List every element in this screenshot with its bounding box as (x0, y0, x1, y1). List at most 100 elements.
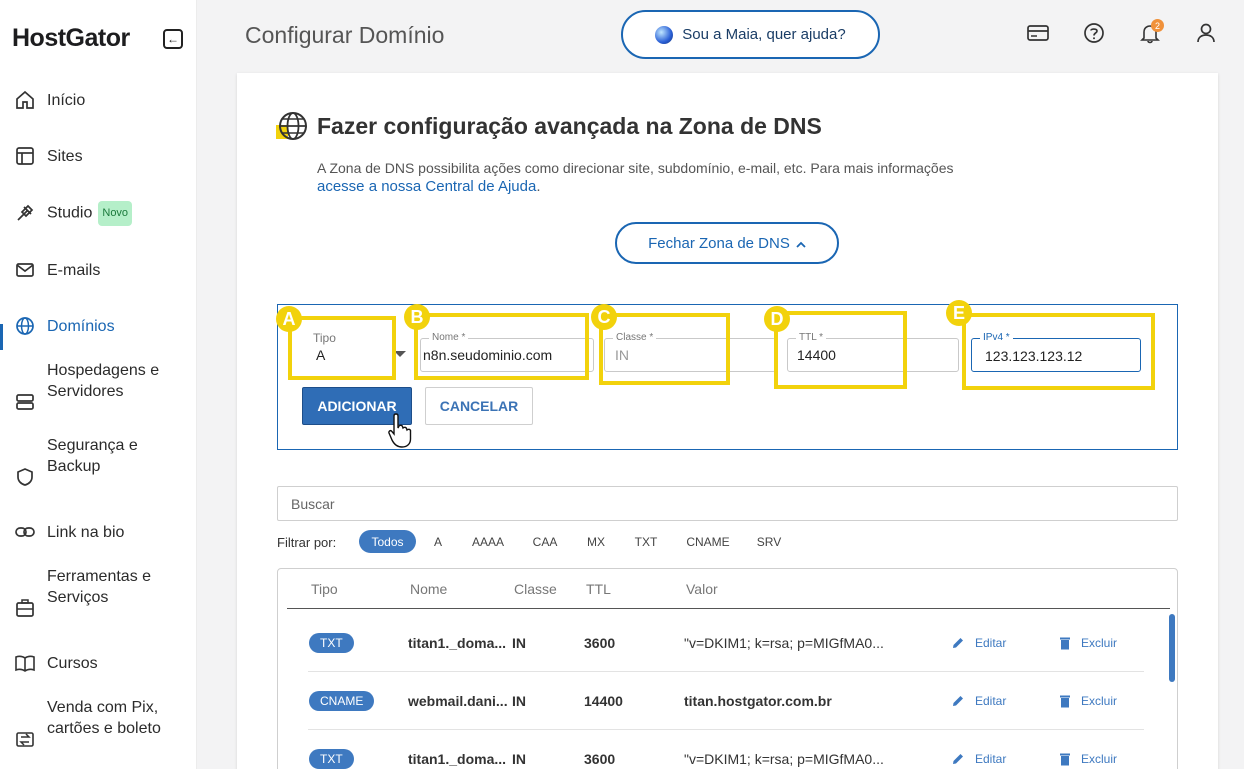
notifications-bell-icon[interactable]: 2 (1139, 19, 1164, 44)
server-icon (14, 391, 36, 413)
maia-orb-icon (655, 25, 674, 44)
sidebar-item-label: E-mails (47, 261, 101, 279)
sidebar-item-label: Cursos (47, 654, 98, 672)
filter-label: Filtrar por: (277, 535, 337, 550)
annotation-box-c (599, 313, 730, 385)
filter-chip-txt[interactable]: TXT (629, 530, 663, 553)
delete-record-button[interactable]: Excluir (1059, 636, 1117, 650)
pencil-icon (953, 754, 963, 764)
record-value: titan.hostgator.com.br (684, 693, 832, 709)
close-dns-zone-label: Fechar Zona de DNS (648, 234, 790, 252)
sidebar-item-label: Segurança e Backup (47, 437, 138, 475)
shield-icon (14, 466, 36, 488)
trash-icon (1060, 753, 1070, 766)
book-icon (14, 652, 36, 674)
filter-chip-caa[interactable]: CAA (528, 530, 562, 553)
col-header-ttl[interactable]: TTL (586, 581, 611, 597)
dns-section-description: A Zona de DNS possibilita ações como dir… (317, 160, 954, 176)
record-value: "v=DKIM1; k=rsa; p=MIGfMA0... (684, 635, 884, 651)
help-icon[interactable] (1083, 22, 1105, 44)
edit-label: Editar (975, 636, 1007, 650)
record-type-badge: TXT (309, 633, 354, 653)
delete-label: Excluir (1081, 752, 1118, 766)
billing-card-icon[interactable] (1027, 22, 1049, 44)
sidebar-item-label: Hospedagens e Servidores (47, 362, 160, 400)
pencil-icon (953, 638, 963, 648)
sidebar-item-label: Venda com Pix, cartões e boleto (47, 699, 161, 737)
delete-record-button[interactable]: Excluir (1059, 694, 1117, 708)
annotation-marker-a: A (276, 306, 302, 332)
annotation-marker-d: D (764, 306, 790, 332)
cancel-record-button[interactable]: CANCELAR (425, 387, 533, 425)
col-header-valor[interactable]: Valor (686, 581, 718, 597)
payment-icon (14, 728, 36, 750)
col-header-classe[interactable]: Classe (514, 581, 557, 597)
record-ttl: 3600 (584, 751, 616, 767)
record-class: IN (512, 635, 526, 651)
delete-record-button[interactable]: Excluir (1059, 752, 1117, 766)
dns-section-title: Fazer configuração avançada na Zona de D… (317, 113, 822, 139)
record-type-badge: TXT (309, 749, 354, 769)
filter-chip-cname[interactable]: CNAME (681, 530, 735, 553)
table-row: TXT titan1._doma... IN 3600 "v=DKIM1; k=… (278, 730, 1177, 769)
col-header-tipo[interactable]: Tipo (311, 581, 338, 597)
record-name: titan1._doma... (408, 635, 507, 651)
chevron-up-icon (796, 235, 806, 252)
record-name: webmail.dani... (408, 693, 508, 709)
annotation-marker-b: B (404, 304, 430, 330)
maia-help-label: Sou a Maia, quer ajuda? (682, 26, 846, 43)
annotation-marker-e: E (946, 300, 972, 326)
sidebar-item-label: Ferramentas e Serviços (47, 568, 152, 606)
search-placeholder: Buscar (291, 496, 335, 512)
home-icon (14, 89, 36, 111)
delete-label: Excluir (1081, 636, 1118, 650)
sidebar: HostGator ← Início Sites Studio Novo E-ma… (0, 0, 197, 769)
help-center-link[interactable]: acesse a nossa Central de Ajuda (317, 178, 536, 195)
user-account-icon[interactable] (1195, 22, 1217, 44)
annotation-marker-c: C (591, 304, 617, 330)
studio-icon (14, 202, 36, 224)
trash-icon (1060, 637, 1070, 650)
sidebar-item-label: Link na bio (47, 523, 125, 541)
table-row: TXT titan1._doma... IN 3600 "v=DKIM1; k=… (278, 614, 1177, 672)
edit-label: Editar (975, 694, 1007, 708)
pencil-icon (953, 696, 963, 706)
filter-chip-srv[interactable]: SRV (753, 530, 785, 553)
record-ttl: 14400 (584, 693, 623, 709)
records-search-input[interactable]: Buscar (277, 486, 1178, 521)
hostgator-logo[interactable]: HostGator (12, 24, 130, 53)
dns-globe-icon (276, 111, 308, 143)
record-value: "v=DKIM1; k=rsa; p=MIGfMA0... (684, 751, 884, 767)
filter-chip-todos[interactable]: Todos (359, 530, 416, 553)
mail-icon (14, 259, 36, 281)
table-row: CNAME webmail.dani... IN 14400 titan.hos… (278, 672, 1177, 730)
new-badge: Novo (98, 200, 133, 226)
tools-icon (14, 597, 36, 619)
edit-record-button[interactable]: Editar (951, 636, 1006, 650)
close-dns-zone-button[interactable]: Fechar Zona de DNS (615, 222, 839, 264)
record-class: IN (512, 751, 526, 767)
annotation-box-e (962, 313, 1155, 390)
filter-chip-mx[interactable]: MX (581, 530, 611, 553)
pointer-hand-cursor-icon (388, 412, 414, 450)
annotation-box-a (288, 316, 396, 380)
globe-icon (14, 315, 36, 337)
header-divider (287, 608, 1170, 609)
filter-chip-a[interactable]: A (428, 530, 448, 553)
sidebar-item-label: Studio Novo (47, 200, 133, 226)
link-icon (14, 521, 36, 543)
maia-help-button[interactable]: Sou a Maia, quer ajuda? (621, 10, 880, 59)
page-title: Configurar Domínio (245, 22, 445, 48)
edit-label: Editar (975, 752, 1007, 766)
sidebar-item-label: Início (47, 91, 86, 109)
record-ttl: 3600 (584, 635, 616, 651)
delete-label: Excluir (1081, 694, 1118, 708)
collapse-sidebar-icon[interactable]: ← (163, 29, 183, 49)
annotation-box-b (414, 313, 589, 380)
filter-chip-aaaa[interactable]: AAAA (466, 530, 510, 553)
table-scrollbar-thumb[interactable] (1169, 614, 1175, 682)
edit-record-button[interactable]: Editar (951, 752, 1006, 766)
edit-record-button[interactable]: Editar (951, 694, 1006, 708)
col-header-nome[interactable]: Nome (410, 581, 447, 597)
record-name: titan1._doma... (408, 751, 507, 767)
